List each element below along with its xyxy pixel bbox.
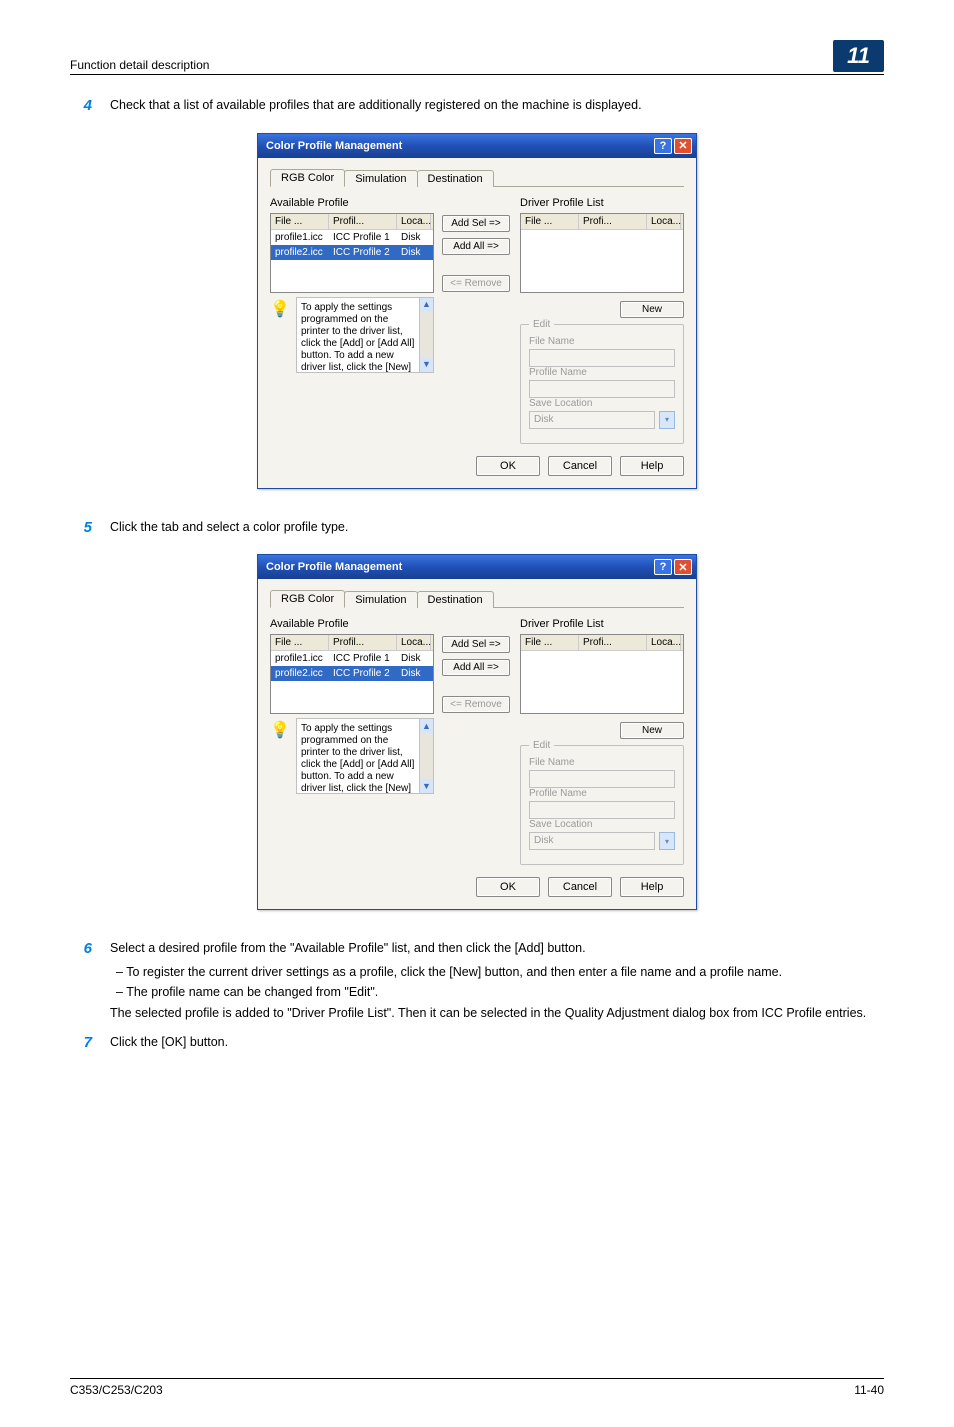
dialog-title: Color Profile Management bbox=[266, 140, 652, 152]
edit-group: Edit File Name Profile Name Save Locatio… bbox=[520, 324, 684, 444]
titlebar-help-button[interactable]: ? bbox=[654, 559, 672, 575]
scroll-down-icon[interactable]: ▼ bbox=[420, 779, 434, 793]
table-row[interactable]: profile1.icc ICC Profile 1 Disk bbox=[271, 230, 433, 245]
available-profile-list[interactable]: File ... Profil... Loca... profile1.icc … bbox=[270, 634, 434, 714]
remove-button[interactable]: <= Remove bbox=[442, 275, 510, 292]
driver-profile-list[interactable]: File ... Profi... Loca... bbox=[520, 213, 684, 293]
profile-name-input[interactable] bbox=[529, 801, 675, 819]
new-button[interactable]: New bbox=[620, 722, 684, 739]
table-row[interactable]: profile1.icc ICC Profile 1 Disk bbox=[271, 651, 433, 666]
edit-group: Edit File Name Profile Name Save Locatio… bbox=[520, 745, 684, 865]
color-profile-dialog: Color Profile Management ? ✕ RGB Color S… bbox=[257, 554, 697, 910]
step-6-sub2: – The profile name can be changed from "… bbox=[128, 984, 884, 1002]
available-profile-label: Available Profile bbox=[270, 197, 434, 209]
help-text-box: To apply the settings programmed on the … bbox=[296, 718, 434, 794]
help-button[interactable]: Help bbox=[620, 456, 684, 476]
file-name-label: File Name bbox=[529, 336, 675, 347]
table-row[interactable]: profile2.icc ICC Profile 2 Disk bbox=[271, 666, 433, 681]
tab-simulation[interactable]: Simulation bbox=[344, 591, 417, 608]
ok-button[interactable]: OK bbox=[476, 456, 540, 476]
available-profile-label: Available Profile bbox=[270, 618, 434, 630]
chevron-down-icon[interactable]: ▾ bbox=[659, 411, 675, 429]
col-location[interactable]: Loca... bbox=[647, 214, 681, 229]
add-all-button[interactable]: Add All => bbox=[442, 238, 510, 255]
add-sel-button[interactable]: Add Sel => bbox=[442, 636, 510, 653]
tab-rgb-color[interactable]: RGB Color bbox=[270, 590, 345, 608]
add-all-button[interactable]: Add All => bbox=[442, 659, 510, 676]
available-profile-list[interactable]: File ... Profil... Loca... profile1.icc … bbox=[270, 213, 434, 293]
step-6-after: The selected profile is added to "Driver… bbox=[110, 1005, 884, 1023]
file-name-input[interactable] bbox=[529, 770, 675, 788]
scroll-up-icon[interactable]: ▲ bbox=[420, 719, 434, 733]
step-7-text: Click the [OK] button. bbox=[110, 1034, 884, 1052]
file-name-input[interactable] bbox=[529, 349, 675, 367]
step-number-6: 6 bbox=[70, 940, 110, 1028]
col-file[interactable]: File ... bbox=[521, 214, 579, 229]
tab-destination[interactable]: Destination bbox=[417, 591, 494, 608]
add-sel-button[interactable]: Add Sel => bbox=[442, 215, 510, 232]
scroll-up-icon[interactable]: ▲ bbox=[420, 298, 434, 312]
col-location[interactable]: Loca... bbox=[397, 214, 431, 229]
lightbulb-icon: 💡 bbox=[270, 297, 290, 321]
footer-page: 11-40 bbox=[854, 1383, 884, 1397]
ok-button[interactable]: OK bbox=[476, 877, 540, 897]
profile-name-input[interactable] bbox=[529, 380, 675, 398]
tab-destination[interactable]: Destination bbox=[417, 170, 494, 187]
help-text-box: To apply the settings programmed on the … bbox=[296, 297, 434, 373]
step-number-4: 4 bbox=[70, 97, 110, 121]
tab-simulation[interactable]: Simulation bbox=[344, 170, 417, 187]
titlebar-close-button[interactable]: ✕ bbox=[674, 138, 692, 154]
chevron-down-icon[interactable]: ▾ bbox=[659, 832, 675, 850]
cancel-button[interactable]: Cancel bbox=[548, 877, 612, 897]
header-section: Function detail description bbox=[70, 58, 209, 72]
lightbulb-icon: 💡 bbox=[270, 718, 290, 742]
titlebar-close-button[interactable]: ✕ bbox=[674, 559, 692, 575]
scrollbar[interactable]: ▲ ▼ bbox=[419, 298, 433, 372]
tab-rgb-color[interactable]: RGB Color bbox=[270, 169, 345, 187]
save-location-select[interactable]: Disk bbox=[529, 832, 655, 850]
col-profile[interactable]: Profil... bbox=[329, 214, 397, 229]
chapter-number-badge: 11 bbox=[833, 40, 884, 72]
col-file[interactable]: File ... bbox=[271, 214, 329, 229]
color-profile-dialog: Color Profile Management ? ✕ RGB Color S… bbox=[257, 133, 697, 489]
remove-button[interactable]: <= Remove bbox=[442, 696, 510, 713]
edit-group-title: Edit bbox=[529, 319, 554, 330]
edit-group-title: Edit bbox=[529, 740, 554, 751]
driver-profile-list-label: Driver Profile List bbox=[520, 197, 684, 209]
profile-name-label: Profile Name bbox=[529, 788, 675, 799]
file-name-label: File Name bbox=[529, 757, 675, 768]
driver-profile-list[interactable]: File ... Profi... Loca... bbox=[520, 634, 684, 714]
table-row[interactable]: profile2.icc ICC Profile 2 Disk bbox=[271, 245, 433, 260]
step-6-sub1: – To register the current driver setting… bbox=[128, 964, 884, 982]
step-4-text: Check that a list of available profiles … bbox=[110, 97, 884, 115]
scrollbar[interactable]: ▲ ▼ bbox=[419, 719, 433, 793]
dialog-title: Color Profile Management bbox=[266, 561, 652, 573]
new-button[interactable]: New bbox=[620, 301, 684, 318]
driver-profile-list-label: Driver Profile List bbox=[520, 618, 684, 630]
save-location-label: Save Location bbox=[529, 819, 675, 830]
footer-model: C353/C253/C203 bbox=[70, 1383, 163, 1397]
titlebar-help-button[interactable]: ? bbox=[654, 138, 672, 154]
cancel-button[interactable]: Cancel bbox=[548, 456, 612, 476]
help-button[interactable]: Help bbox=[620, 877, 684, 897]
step-number-7: 7 bbox=[70, 1034, 110, 1058]
profile-name-label: Profile Name bbox=[529, 367, 675, 378]
save-location-label: Save Location bbox=[529, 398, 675, 409]
col-profile[interactable]: Profi... bbox=[579, 214, 647, 229]
scroll-down-icon[interactable]: ▼ bbox=[420, 358, 434, 372]
step-6-text: Select a desired profile from the "Avail… bbox=[110, 940, 884, 958]
step-number-5: 5 bbox=[70, 519, 110, 543]
step-5-text: Click the tab and select a color profile… bbox=[110, 519, 884, 537]
save-location-select[interactable]: Disk bbox=[529, 411, 655, 429]
